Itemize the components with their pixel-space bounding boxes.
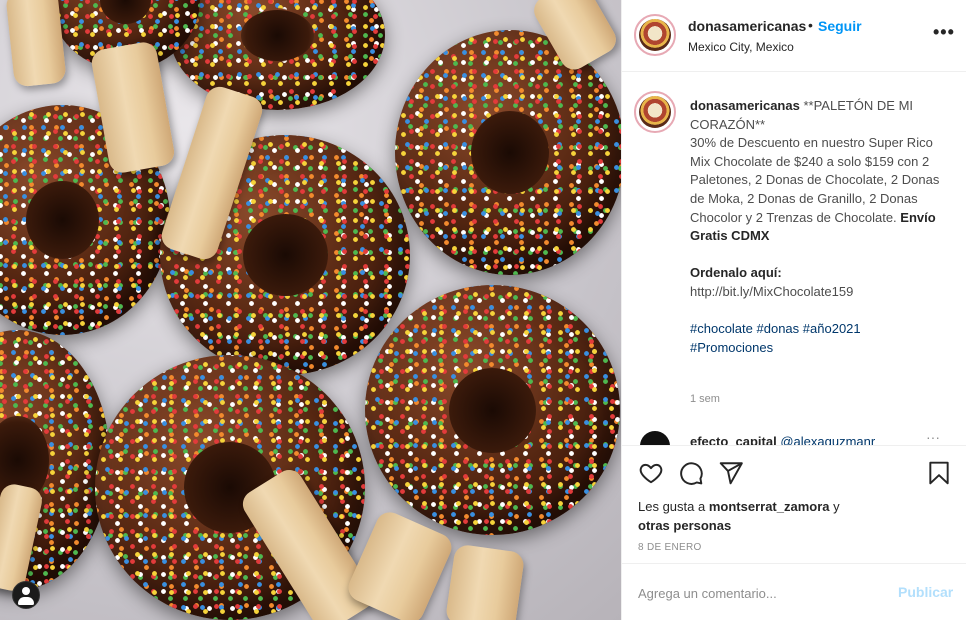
instagram-post: donasamericanas • Seguir Mexico City, Me… xyxy=(0,0,966,620)
comment-icon[interactable] xyxy=(678,460,704,486)
comment-mention[interactable]: @alexaguzmanr xyxy=(780,434,875,445)
commenter-username[interactable]: efecto_capital xyxy=(690,434,777,445)
caption-area: donasamericanas **PALETÓN DE MI CORAZÓN*… xyxy=(622,73,966,445)
publish-button[interactable]: Publicar xyxy=(898,584,953,600)
follow-button[interactable]: Seguir xyxy=(818,18,862,34)
liker-username[interactable]: montserrat_zamora xyxy=(709,499,830,514)
share-icon[interactable] xyxy=(718,460,744,486)
action-bar: Les gusta a montserrat_zamora y otras pe… xyxy=(622,445,966,563)
more-options-icon[interactable]: ••• xyxy=(933,23,955,41)
tagged-users-icon[interactable] xyxy=(12,581,40,609)
comment-row: efecto_capital @alexaguzmanr ··· xyxy=(634,429,954,445)
likes-summary: Les gusta a montserrat_zamora y otras pe… xyxy=(638,497,888,535)
profile-avatar[interactable] xyxy=(634,14,676,56)
comment-text: efecto_capital @alexaguzmanr xyxy=(690,434,875,445)
hashtag-link[interactable]: #donas xyxy=(757,321,800,336)
hashtag-link[interactable]: #año2021 xyxy=(803,321,861,336)
donut-image xyxy=(365,285,620,535)
caption-timestamp[interactable]: 1 sem xyxy=(690,393,720,405)
post-date[interactable]: 8 DE ENERO xyxy=(638,542,702,553)
caption-order-heading: Ordenalo aquí: xyxy=(690,265,782,281)
caption-username[interactable]: donasamericanas xyxy=(690,98,800,113)
donut-image xyxy=(395,30,621,275)
commenter-avatar[interactable] xyxy=(640,431,670,445)
post-photo[interactable] xyxy=(0,0,621,620)
location-link[interactable]: Mexico City, Mexico xyxy=(688,40,794,54)
donut-image xyxy=(170,0,385,110)
caption-link[interactable]: http://bit.ly/MixChocolate159 xyxy=(690,284,853,299)
likes-and: y xyxy=(833,499,840,514)
heart-icon[interactable] xyxy=(638,460,664,486)
post-header: donasamericanas • Seguir Mexico City, Me… xyxy=(622,0,966,72)
bookmark-icon[interactable] xyxy=(926,460,952,486)
separator-dot: • xyxy=(808,17,813,33)
caption-avatar[interactable] xyxy=(634,91,676,133)
post-sidebar: donasamericanas • Seguir Mexico City, Me… xyxy=(621,0,966,620)
likes-prefix: Les gusta a xyxy=(638,499,706,514)
comment-form: Publicar xyxy=(622,563,966,620)
hashtag-link[interactable]: #chocolate xyxy=(690,321,753,336)
comment-input[interactable] xyxy=(638,582,888,604)
popsicle-stick xyxy=(5,0,67,88)
popsicle-stick xyxy=(444,543,526,620)
likes-others-link[interactable]: otras personas xyxy=(638,518,731,533)
comment-options-icon[interactable]: ··· xyxy=(926,429,940,445)
hashtag-link[interactable]: #Promociones xyxy=(690,340,773,355)
caption-text: donasamericanas **PALETÓN DE MI CORAZÓN*… xyxy=(690,97,952,357)
header-username[interactable]: donasamericanas xyxy=(688,18,806,34)
